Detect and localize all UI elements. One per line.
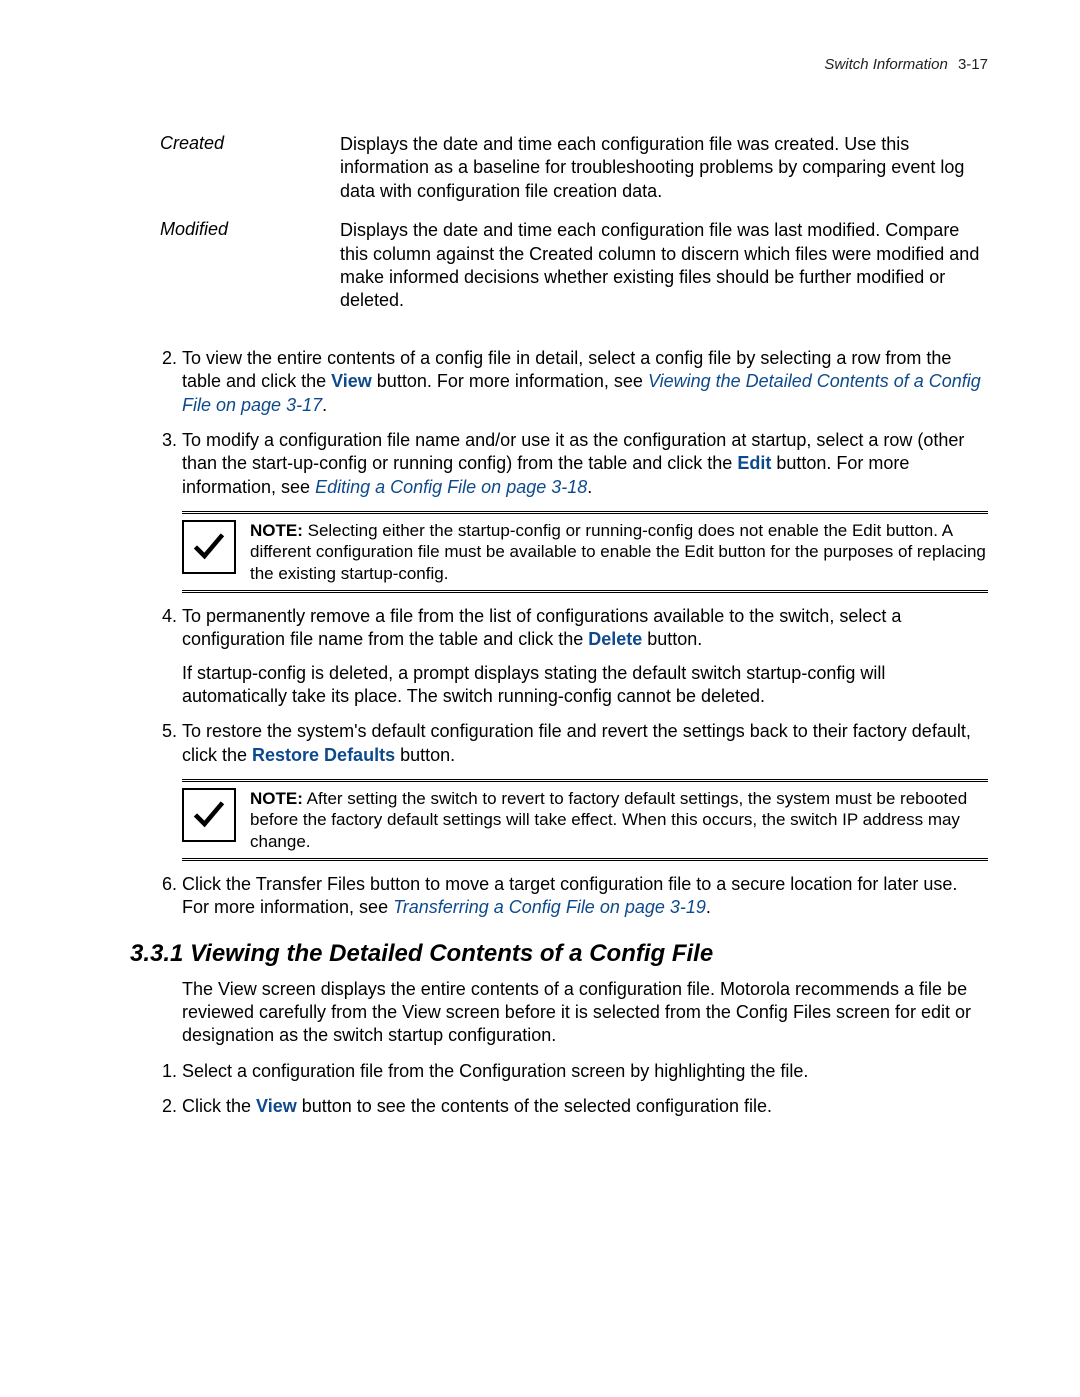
text: .: [706, 897, 711, 917]
text: Click the: [182, 1096, 256, 1116]
section-intro: The View screen displays the entire cont…: [182, 978, 988, 1048]
header-page-number: 3-17: [958, 56, 988, 73]
delete-button-ref: Delete: [588, 629, 642, 649]
definition-body: Displays the date and time each configur…: [340, 219, 988, 329]
definition-term: Created: [130, 133, 340, 219]
edit-button-ref: Edit: [737, 453, 771, 473]
instruction-list: 6.Click the Transfer Files button to mov…: [130, 873, 988, 920]
definition-row: Created Displays the date and time each …: [130, 133, 988, 219]
restore-defaults-button-ref: Restore Defaults: [252, 745, 395, 765]
section-steps: 1.Select a configuration file from the C…: [130, 1060, 988, 1119]
list-item: 4.To permanently remove a file from the …: [130, 605, 988, 709]
sub-paragraph: If startup-config is deleted, a prompt d…: [182, 662, 988, 709]
text: .: [322, 395, 327, 415]
list-item: 1.Select a configuration file from the C…: [130, 1060, 988, 1083]
text: button to see the contents of the select…: [297, 1096, 772, 1116]
note-body: After setting the switch to revert to fa…: [250, 789, 967, 851]
section-heading: 3.3.1 Viewing the Detailed Contents of a…: [130, 940, 988, 968]
page: Switch Information 3-17 Created Displays…: [0, 0, 1080, 1397]
item-number: 1.: [162, 1060, 182, 1083]
item-number: 2.: [162, 347, 182, 370]
text: Select a configuration file from the Con…: [182, 1061, 808, 1081]
definition-row: Modified Displays the date and time each…: [130, 219, 988, 329]
text: To permanently remove a file from the li…: [182, 606, 901, 649]
definition-table: Created Displays the date and time each …: [130, 133, 988, 329]
note-block: NOTE: After setting the switch to revert…: [182, 779, 988, 861]
page-header: Switch Information 3-17: [130, 56, 988, 73]
list-item: 3.To modify a configuration file name an…: [130, 429, 988, 499]
item-number: 3.: [162, 429, 182, 452]
item-number: 4.: [162, 605, 182, 628]
header-title: Switch Information: [824, 56, 947, 73]
list-item: 6.Click the Transfer Files button to mov…: [130, 873, 988, 920]
item-number: 6.: [162, 873, 182, 896]
text: button. For more information, see: [372, 371, 648, 391]
text: button.: [395, 745, 455, 765]
definition-term: Modified: [130, 219, 340, 329]
note-text: NOTE: After setting the switch to revert…: [250, 788, 988, 852]
list-item: 5.To restore the system's default config…: [130, 720, 988, 767]
item-number: 2.: [162, 1095, 182, 1118]
checkmark-icon: [182, 520, 236, 574]
text: .: [587, 477, 592, 497]
view-button-ref: View: [331, 371, 372, 391]
instruction-list: 4.To permanently remove a file from the …: [130, 605, 988, 767]
link-editing-config[interactable]: Editing a Config File on page 3-18: [315, 477, 587, 497]
instruction-list: 2.To view the entire contents of a confi…: [130, 347, 988, 499]
item-number: 5.: [162, 720, 182, 743]
link-transferring-config[interactable]: Transferring a Config File on page 3-19: [393, 897, 706, 917]
view-button-ref: View: [256, 1096, 297, 1116]
note-block: NOTE: Selecting either the startup-confi…: [182, 511, 988, 593]
note-body: Selecting either the startup-config or r…: [250, 521, 986, 583]
list-item: 2.To view the entire contents of a confi…: [130, 347, 988, 417]
note-text: NOTE: Selecting either the startup-confi…: [250, 520, 988, 584]
definition-body: Displays the date and time each configur…: [340, 133, 988, 219]
note-label: NOTE:: [250, 789, 303, 808]
note-label: NOTE:: [250, 521, 303, 540]
checkmark-icon: [182, 788, 236, 842]
text: button.: [642, 629, 702, 649]
list-item: 2.Click the View button to see the conte…: [130, 1095, 988, 1118]
